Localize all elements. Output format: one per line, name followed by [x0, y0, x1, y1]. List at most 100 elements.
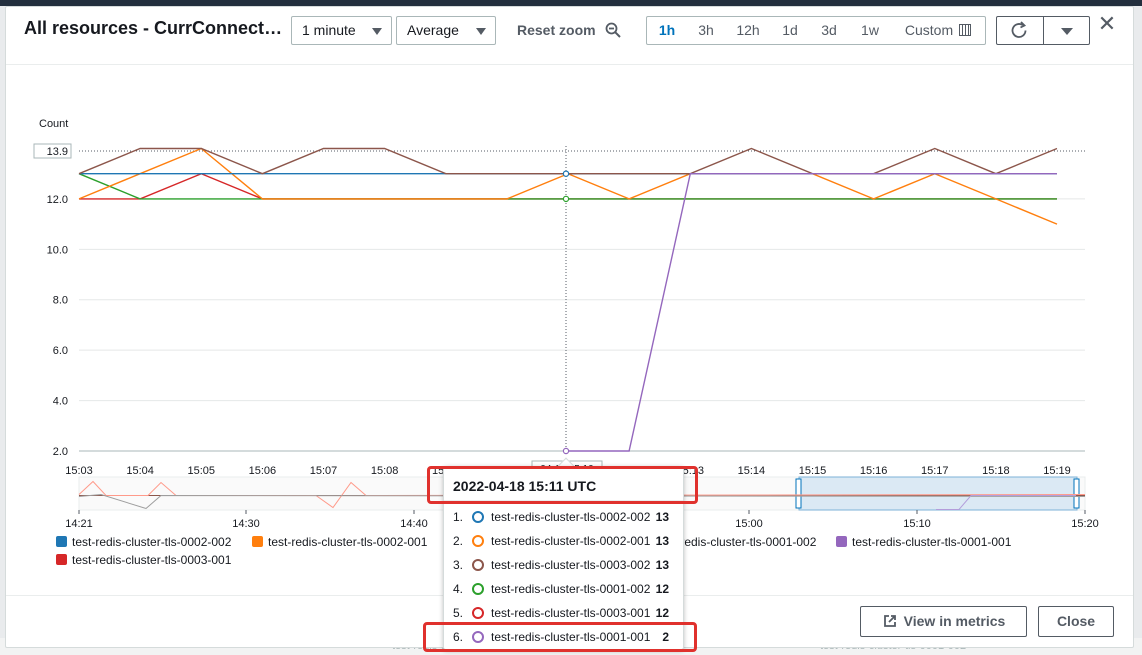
y-tick-label: 6.0	[53, 345, 68, 357]
range-3h[interactable]: 3h	[687, 17, 725, 44]
tooltip-row: 5. test-redis-cluster-tls-0003-001 12	[453, 603, 678, 623]
tooltip-row-value: 12	[655, 606, 669, 620]
legend-label: test-redis-cluster-tls-0001-001	[852, 535, 1012, 549]
legend-swatch	[836, 536, 847, 547]
zoom-out-icon[interactable]	[605, 22, 621, 38]
legend-swatch	[56, 554, 67, 565]
x-tick-label: 15:15	[799, 465, 827, 477]
series-marker-icon	[472, 535, 484, 547]
legend-item[interactable]: test-redis-cluster-tls-0002-002	[56, 535, 231, 549]
x-tick-label: 15:08	[371, 465, 399, 477]
range-custom[interactable]: Custom	[891, 17, 985, 44]
overview-selection	[798, 476, 1078, 511]
overview-handle-left	[795, 478, 802, 509]
series-line	[78, 173, 1057, 200]
y-tick-label: 13.9	[47, 146, 68, 158]
overview-tick-label: 15:00	[735, 518, 763, 530]
tooltip-row-name: test-redis-cluster-tls-0003-002	[491, 558, 651, 572]
legend-item[interactable]: test-redis-cluster-tls-0001-001	[836, 535, 1011, 549]
tooltip-row-name: test-redis-cluster-tls-0002-002	[491, 510, 651, 524]
tooltip-row-name: test-redis-cluster-tls-0002-001	[491, 534, 651, 548]
x-tick-label: 15:03	[65, 465, 93, 477]
y-tick-label: 8.0	[53, 295, 68, 307]
tooltip-row: 3. test-redis-cluster-tls-0003-002 13	[453, 555, 678, 575]
legend-swatch	[56, 536, 67, 547]
range-1h[interactable]: 1h	[647, 17, 687, 44]
tooltip-row-value: 13	[655, 510, 669, 524]
range-custom-label: Custom	[904, 22, 954, 38]
view-in-metrics-label: View in metrics	[903, 613, 1006, 629]
time-range-selector: 1h 3h 12h 1d 3d 1w Custom	[646, 16, 986, 45]
series-line	[568, 172, 1057, 452]
legend-label: test-redis-cluster-tls-0002-001	[268, 535, 428, 549]
tooltip-row: 1. test-redis-cluster-tls-0002-002 13	[453, 507, 678, 527]
tooltip-divider	[444, 500, 683, 501]
x-tick-label: 15:19	[1043, 465, 1071, 477]
x-tick-label: 15:06	[249, 465, 277, 477]
calendar-icon	[959, 24, 972, 36]
period-select[interactable]: 1 minute	[291, 16, 392, 45]
series-marker-icon	[472, 631, 484, 643]
tooltip-row-index: 3.	[453, 558, 464, 572]
x-tick-label: 15:18	[982, 465, 1010, 477]
overview-tick-label: 15:20	[1071, 518, 1099, 530]
refresh-icon	[1011, 21, 1027, 38]
y-tick-label: 4.0	[53, 396, 68, 408]
series-marker-icon	[472, 607, 484, 619]
range-1d[interactable]: 1d	[771, 17, 809, 44]
modal-title: All resources - CurrConnections	[24, 18, 286, 38]
legend-item[interactable]: test-redis-cluster-tls-0003-001	[56, 553, 231, 567]
overview-tick-label: 14:40	[400, 518, 428, 530]
legend-swatch	[252, 536, 263, 547]
view-in-metrics-button[interactable]: View in metrics	[860, 606, 1027, 637]
close-icon[interactable]: ✕	[1096, 13, 1118, 35]
tooltip-row-value: 13	[655, 558, 669, 572]
x-tick-label: 15:17	[921, 465, 949, 477]
legend-label: test-redis-cluster-tls-0002-002	[72, 535, 232, 549]
tooltip-row: 4. test-redis-cluster-tls-0001-002 12	[453, 579, 678, 599]
tooltip-row-index: 2.	[453, 534, 464, 548]
tooltip-row-index: 6.	[453, 630, 464, 644]
x-tick-label: 15:05	[187, 465, 215, 477]
tooltip-title: 2022-04-18 15:11 UTC	[453, 478, 597, 494]
tooltip-row-value: 13	[655, 534, 669, 548]
overview-tick-label: 15:10	[903, 518, 931, 530]
overview-handle-right	[1073, 478, 1080, 509]
x-tick-label: 15:16	[860, 465, 888, 477]
data-point-marker	[562, 170, 570, 177]
tooltip-row-index: 4.	[453, 582, 464, 596]
series-line	[78, 147, 1058, 225]
series-marker-icon	[472, 583, 484, 595]
tooltip-row-value: 2	[662, 630, 669, 644]
caret-down-icon	[372, 28, 382, 35]
statistic-select[interactable]: Average	[396, 16, 496, 45]
tooltip-row-index: 1.	[453, 510, 464, 524]
range-3d[interactable]: 3d	[809, 17, 849, 44]
refresh-options-dropdown[interactable]	[1043, 16, 1090, 45]
reset-zoom-button[interactable]: Reset zoom	[517, 16, 596, 45]
overview-tick-label: 14:30	[232, 518, 260, 530]
legend-item[interactable]: test-redis-cluster-tls-0002-001	[252, 535, 427, 549]
statistic-select-value: Average	[407, 22, 459, 38]
tooltip-row: 2. test-redis-cluster-tls-0002-001 13	[453, 531, 678, 551]
caret-down-icon	[1061, 28, 1073, 35]
data-point-marker	[562, 195, 570, 203]
range-1w[interactable]: 1w	[849, 17, 891, 44]
series-line	[79, 172, 1057, 200]
tooltip-row-name: test-redis-cluster-tls-0001-001	[491, 630, 651, 644]
data-tooltip: 2022-04-18 15:11 UTC 1. test-redis-cluste…	[443, 466, 684, 650]
close-button[interactable]: Close	[1038, 606, 1114, 637]
legend-label: test-redis-cluster-tls-0003-001	[72, 553, 232, 567]
x-tick-label: 15:04	[126, 465, 154, 477]
y-tick-label: 2.0	[53, 446, 68, 458]
x-tick-label: 15:14	[738, 465, 766, 477]
tooltip-row: 6. test-redis-cluster-tls-0001-001 2	[453, 627, 678, 647]
series-marker-icon	[472, 559, 484, 571]
y-tick-label: 12.0	[47, 194, 68, 206]
tooltip-row-index: 5.	[453, 606, 464, 620]
external-link-icon	[883, 615, 896, 627]
range-12h[interactable]: 12h	[725, 17, 771, 44]
refresh-button[interactable]	[996, 16, 1044, 45]
data-point-marker	[562, 447, 570, 455]
series-marker-icon	[472, 511, 484, 523]
